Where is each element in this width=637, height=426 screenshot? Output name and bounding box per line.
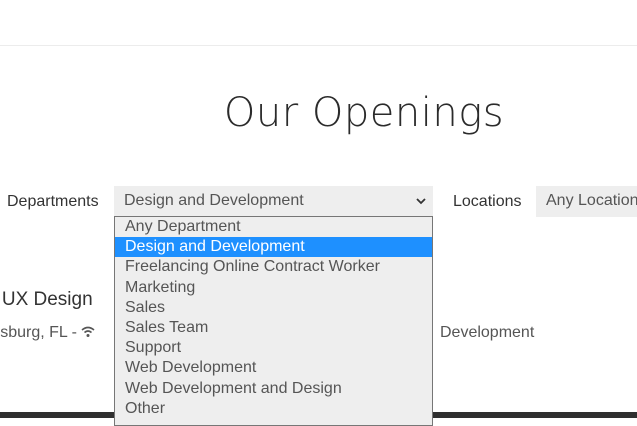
wifi-icon — [81, 326, 95, 337]
job-location-text: ersburg, FL - — [0, 324, 77, 341]
dropdown-option[interactable]: Any Department — [115, 217, 432, 237]
departments-label: Departments — [7, 193, 99, 210]
dropdown-option[interactable]: Sales Team — [115, 318, 432, 338]
top-navigation-bar — [0, 0, 637, 46]
departments-dropdown-list[interactable]: Any Department Design and Development Fr… — [114, 216, 433, 426]
locations-label: Locations — [453, 193, 522, 210]
dropdown-option[interactable]: Marketing — [115, 278, 432, 298]
dropdown-option[interactable]: Sales — [115, 298, 432, 318]
dropdown-option[interactable]: Support — [115, 338, 432, 358]
job-location: ersburg, FL - — [0, 324, 95, 342]
job-department: Development — [440, 324, 535, 341]
departments-select[interactable]: Design and Development — [114, 186, 433, 217]
dropdown-option[interactable]: Freelancing Online Contract Worker — [115, 257, 432, 277]
locations-select-value: Any Location — [546, 192, 637, 209]
departments-select-value: Design and Development — [124, 192, 304, 209]
dropdown-option[interactable]: Web Development and Design — [115, 379, 432, 399]
dropdown-option[interactable]: Other — [115, 399, 432, 419]
dropdown-option-selected[interactable]: Design and Development — [115, 237, 432, 258]
page-title: Our Openings — [223, 90, 505, 136]
dropdown-option[interactable]: Web Development — [115, 358, 432, 378]
job-title-link[interactable]: e UX Design — [0, 289, 93, 311]
locations-select[interactable]: Any Location — [536, 186, 637, 217]
chevron-down-icon — [416, 198, 426, 205]
